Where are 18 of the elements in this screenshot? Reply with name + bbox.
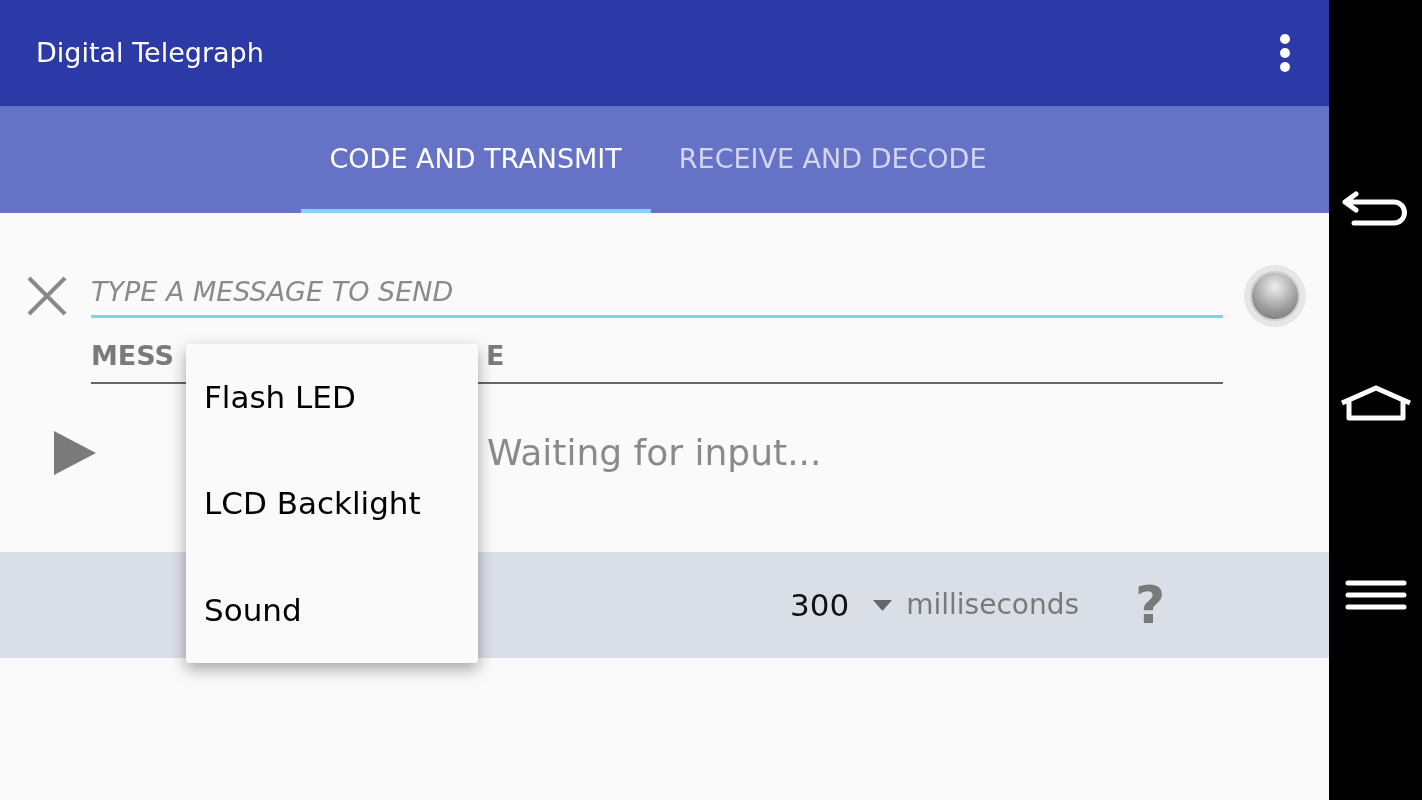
clear-icon[interactable]: [27, 275, 67, 316]
menu-item[interactable]: Flash LED: [186, 344, 478, 451]
app-title: Digital Telegraph: [36, 35, 264, 70]
back-icon[interactable]: [1341, 189, 1410, 226]
field-label: E: [486, 338, 505, 373]
interval-unit: milliseconds: [906, 587, 1079, 623]
field-label: MESS: [91, 338, 174, 373]
status-text: Waiting for input...: [487, 431, 822, 475]
overflow-menu-icon[interactable]: [1279, 34, 1291, 72]
menu-item[interactable]: Sound: [186, 556, 478, 663]
message-field[interactable]: TYPE A MESSAGE TO SEND: [91, 253, 1223, 318]
home-icon[interactable]: [1338, 385, 1413, 421]
menu-item[interactable]: LCD Backlight: [186, 450, 478, 557]
interval-value[interactable]: 300: [790, 581, 850, 629]
tab[interactable]: CODE AND TRANSMIT: [300, 106, 651, 213]
dropdown-caret-icon[interactable]: [873, 599, 893, 611]
menu-icon[interactable]: [1344, 580, 1407, 611]
play-icon[interactable]: [54, 431, 96, 475]
